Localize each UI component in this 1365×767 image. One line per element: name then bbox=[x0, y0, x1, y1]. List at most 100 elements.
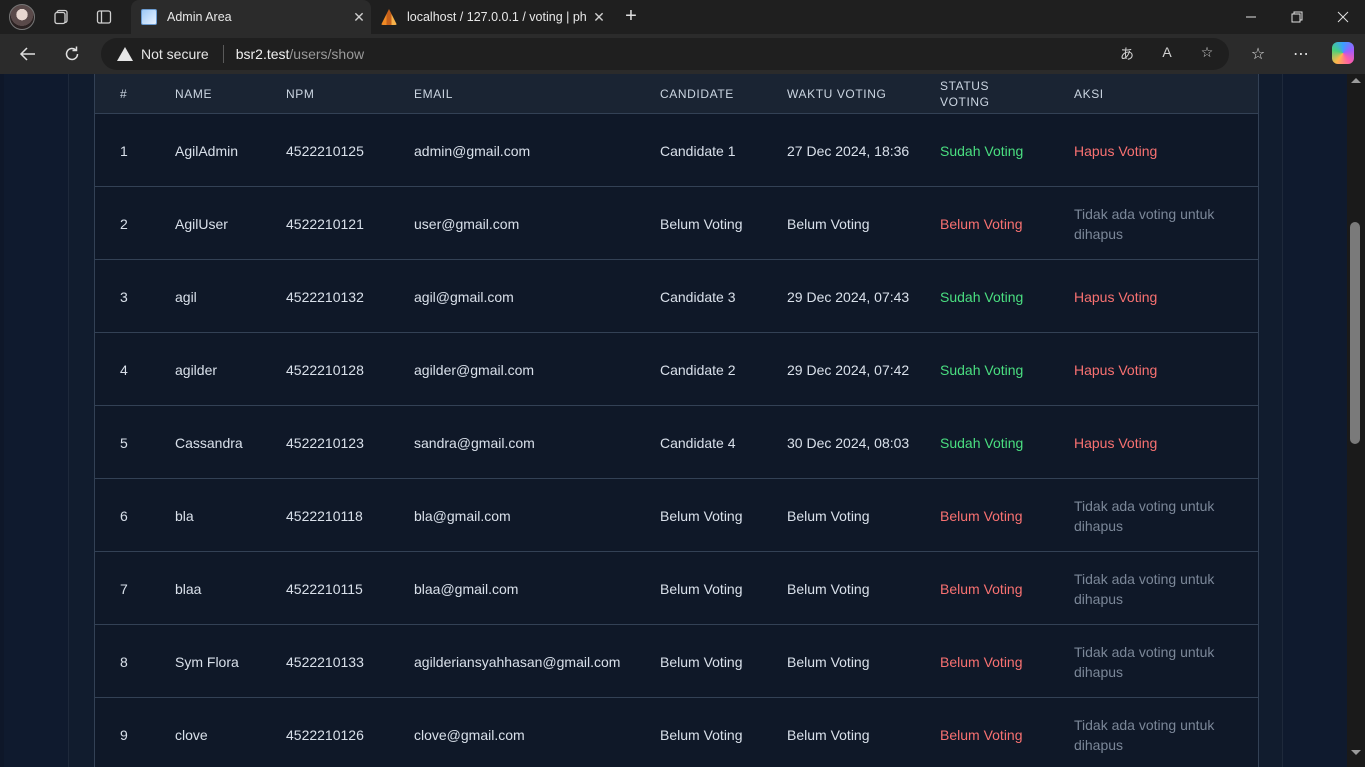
cell-waktu-voting: Belum Voting bbox=[787, 215, 870, 232]
tab-label: Admin Area bbox=[167, 10, 232, 24]
hapus-voting-button[interactable]: Hapus Voting bbox=[1074, 406, 1234, 479]
address-bar[interactable]: Not secure bsr2.test/users/show あ A ☆ bbox=[101, 38, 1229, 70]
tab-strip: Admin Area ✕ localhost / 127.0.0.1 / vot… bbox=[0, 0, 1365, 34]
page-viewport: # NAME NPM EMAIL CANDIDATE WAKTU VOTING … bbox=[0, 74, 1365, 767]
cell-aksi: Tidak ada voting untuk dihapus bbox=[1074, 570, 1215, 607]
cell-candidate: Belum Voting bbox=[660, 580, 743, 597]
cell-no: 8 bbox=[120, 653, 128, 670]
cell-npm: 4522210126 bbox=[286, 726, 364, 743]
table-row: 6 bla 4522210118 bla@gmail.com Belum Voting B… bbox=[94, 479, 1259, 552]
read-aloud-icon[interactable]: A bbox=[1155, 44, 1179, 64]
profile-avatar[interactable] bbox=[9, 4, 35, 30]
cell-candidate: Belum Voting bbox=[660, 726, 743, 743]
header-npm: NPM bbox=[286, 87, 315, 101]
security-label[interactable]: Not secure bbox=[141, 46, 209, 62]
tab-admin-area[interactable]: Admin Area ✕ bbox=[131, 0, 371, 34]
cell-waktu-voting: 29 Dec 2024, 07:43 bbox=[787, 288, 910, 305]
cell-candidate: Belum Voting bbox=[660, 653, 743, 670]
table-row: 9 clove 4522210126 clove@gmail.com Belum Vot… bbox=[94, 698, 1259, 767]
cell-waktu-voting: Belum Voting bbox=[787, 507, 870, 524]
reload-icon[interactable] bbox=[59, 42, 85, 66]
cell-email: clove@gmail.com bbox=[414, 726, 525, 743]
cell-email: admin@gmail.com bbox=[414, 142, 531, 159]
cell-npm: 4522210121 bbox=[286, 215, 364, 232]
back-icon[interactable] bbox=[15, 42, 41, 66]
hapus-voting-button[interactable]: Hapus Voting bbox=[1074, 114, 1234, 187]
close-tab-icon[interactable]: ✕ bbox=[347, 9, 371, 26]
tab-phpmyadmin[interactable]: localhost / 127.0.0.1 / voting | php ✕ bbox=[371, 0, 611, 34]
close-window-icon[interactable] bbox=[1320, 0, 1365, 34]
cell-npm: 4522210118 bbox=[286, 507, 363, 524]
url-path: /users/show bbox=[289, 46, 365, 62]
scroll-up-icon[interactable] bbox=[1351, 78, 1361, 83]
favorite-star-icon[interactable]: ☆ bbox=[1195, 44, 1219, 64]
cell-candidate: Candidate 2 bbox=[660, 361, 736, 378]
new-tab-icon[interactable]: + bbox=[620, 6, 642, 28]
cell-npm: 4522210123 bbox=[286, 434, 364, 451]
header-candidate: CANDIDATE bbox=[660, 87, 734, 101]
cell-name: Cassandra bbox=[175, 434, 243, 451]
admin-area-favicon-icon bbox=[141, 9, 157, 25]
cell-status-voting: Sudah Voting bbox=[940, 288, 1024, 305]
content-card: # NAME NPM EMAIL CANDIDATE WAKTU VOTING … bbox=[68, 74, 1283, 767]
cell-npm: 4522210128 bbox=[286, 361, 364, 378]
cell-status-voting: Belum Voting bbox=[940, 580, 1023, 597]
cell-npm: 4522210133 bbox=[286, 653, 364, 670]
cell-status-voting: Sudah Voting bbox=[940, 434, 1024, 451]
workspaces-icon[interactable] bbox=[51, 6, 73, 28]
table-row: 8 Sym Flora 4522210133 agilderiansyahhasan@… bbox=[94, 625, 1259, 698]
cell-no: 5 bbox=[120, 434, 128, 451]
cell-status-voting: Belum Voting bbox=[940, 653, 1023, 670]
cell-name: Sym Flora bbox=[175, 653, 239, 670]
cell-email: agilderiansyahhasan@gmail.com bbox=[414, 653, 621, 670]
favorites-icon[interactable]: ☆ bbox=[1244, 42, 1272, 66]
table-row: 4 agilder 4522210128 agilder@gmail.com Candi… bbox=[94, 333, 1259, 406]
cell-status-voting: Belum Voting bbox=[940, 726, 1023, 743]
cell-waktu-voting: 27 Dec 2024, 18:36 bbox=[787, 142, 910, 159]
cell-name: bla bbox=[175, 507, 194, 524]
table-row: 2 AgilUser 4522210121 user@gmail.com Belum V… bbox=[94, 187, 1259, 260]
cell-name: blaa bbox=[175, 580, 202, 597]
cell-candidate: Candidate 4 bbox=[660, 434, 736, 451]
users-table: # NAME NPM EMAIL CANDIDATE WAKTU VOTING … bbox=[94, 74, 1259, 767]
table-row: 5 Cassandra 4522210123 sandra@gmail.com Cand… bbox=[94, 406, 1259, 479]
header-waktu-voting: WAKTU VOTING bbox=[787, 87, 887, 101]
header-no: # bbox=[120, 87, 128, 101]
table-row: 3 agil 4522210132 agil@gmail.com Candidate 3… bbox=[94, 260, 1259, 333]
hapus-voting-button[interactable]: Hapus Voting bbox=[1074, 260, 1234, 333]
translate-icon[interactable]: あ bbox=[1115, 44, 1139, 64]
cell-email: blaa@gmail.com bbox=[414, 580, 519, 597]
table-row: 7 blaa 4522210115 blaa@gmail.com Belum Votin… bbox=[94, 552, 1259, 625]
hapus-voting-button[interactable]: Hapus Voting bbox=[1074, 333, 1234, 406]
scrollbar-thumb[interactable] bbox=[1350, 222, 1360, 444]
header-name: NAME bbox=[175, 87, 213, 101]
cell-waktu-voting: Belum Voting bbox=[787, 726, 870, 743]
right-gutter bbox=[1283, 74, 1347, 767]
copilot-icon[interactable] bbox=[1332, 42, 1354, 64]
tab-label: localhost / 127.0.0.1 / voting | php bbox=[407, 10, 587, 24]
left-gutter bbox=[4, 74, 68, 767]
tab-actions-icon[interactable] bbox=[93, 6, 115, 28]
cell-email: agilder@gmail.com bbox=[414, 361, 535, 378]
more-menu-icon[interactable]: ⋯ bbox=[1287, 42, 1315, 66]
warning-icon[interactable] bbox=[117, 47, 133, 61]
url-host: bsr2.test bbox=[235, 46, 290, 62]
cell-email: bla@gmail.com bbox=[414, 507, 511, 524]
cell-no: 1 bbox=[120, 142, 128, 159]
cell-waktu-voting: 29 Dec 2024, 07:42 bbox=[787, 361, 910, 378]
cell-no: 4 bbox=[120, 361, 128, 378]
cell-no: 2 bbox=[120, 215, 128, 232]
cell-npm: 4522210132 bbox=[286, 288, 364, 305]
minimize-icon[interactable] bbox=[1228, 0, 1274, 34]
cell-status-voting: Sudah Voting bbox=[940, 142, 1024, 159]
cell-npm: 4522210115 bbox=[286, 580, 363, 597]
restore-icon[interactable] bbox=[1274, 0, 1320, 34]
scroll-down-icon[interactable] bbox=[1351, 750, 1361, 755]
cell-aksi: Tidak ada voting untuk dihapus bbox=[1074, 716, 1215, 753]
cell-status-voting: Belum Voting bbox=[940, 215, 1023, 232]
cell-candidate: Belum Voting bbox=[660, 507, 743, 524]
cell-status-voting: Sudah Voting bbox=[940, 361, 1024, 378]
phpmyadmin-favicon-icon bbox=[381, 9, 397, 25]
cell-no: 9 bbox=[120, 726, 128, 743]
close-tab-icon[interactable]: ✕ bbox=[587, 9, 611, 26]
